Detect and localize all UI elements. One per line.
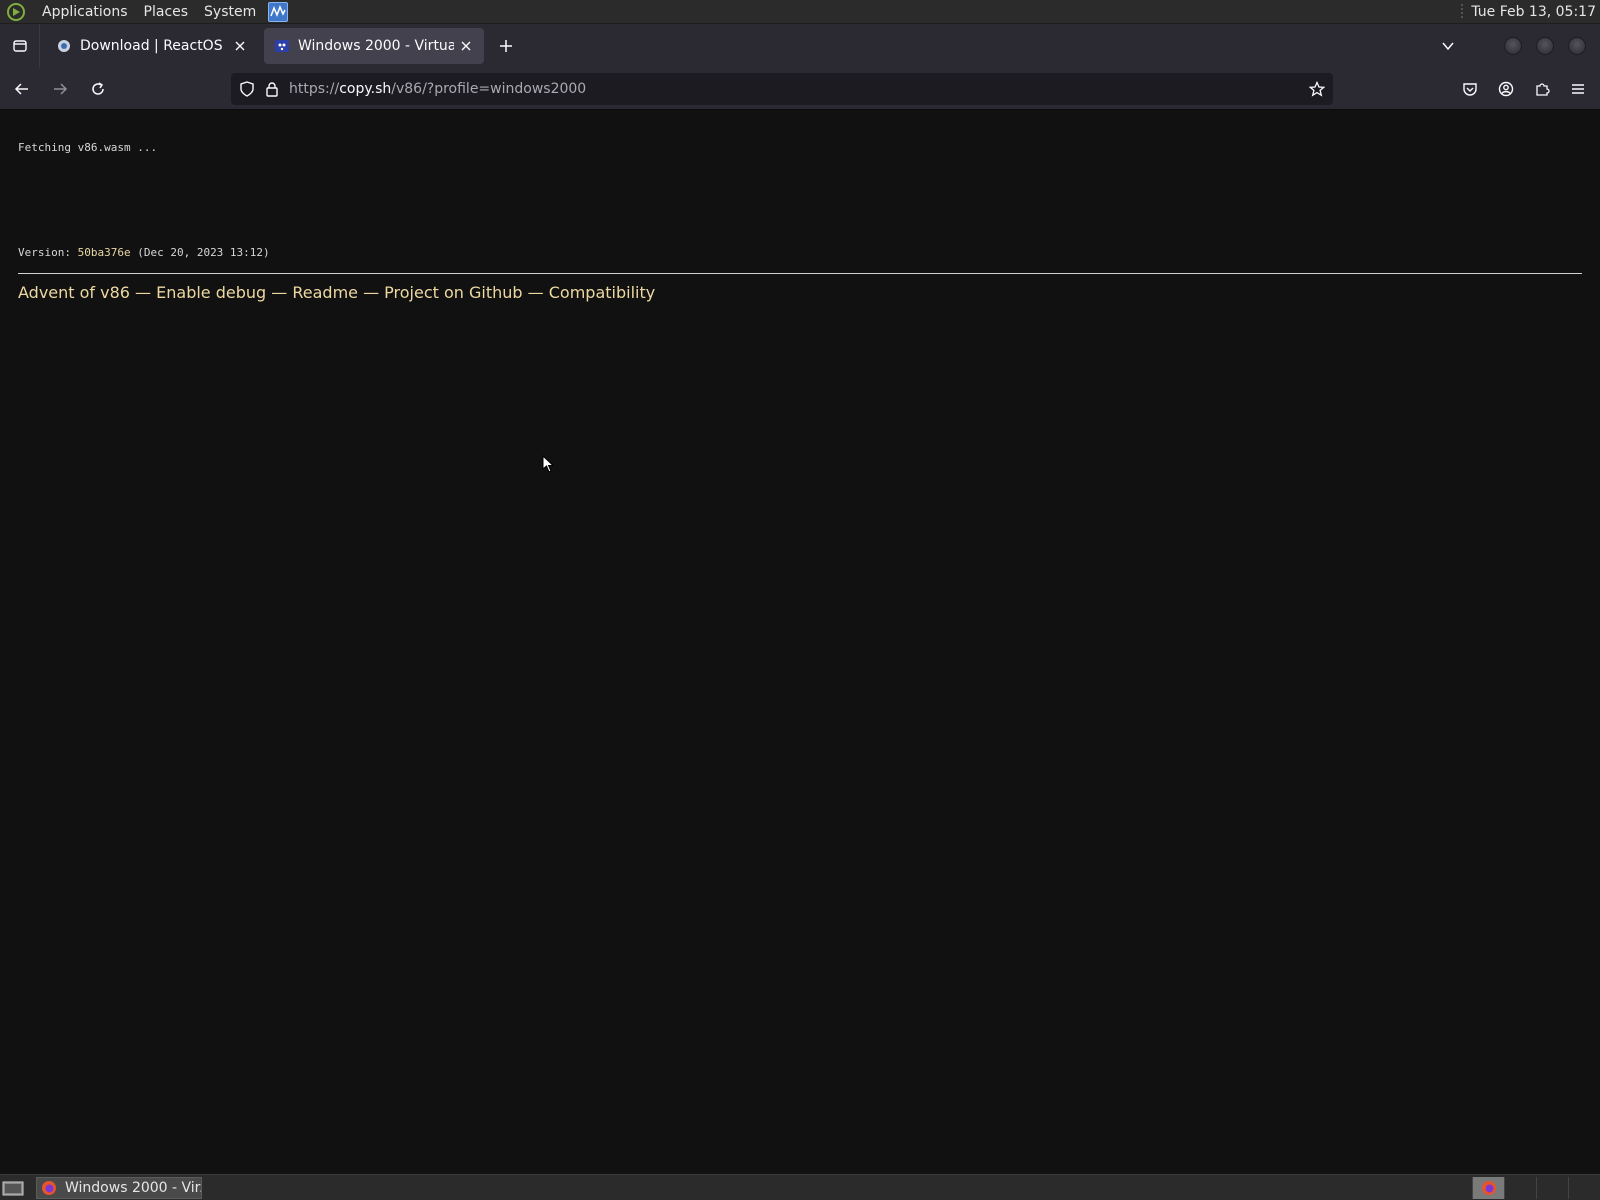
link-separator: — [129, 283, 157, 302]
mouse-pointer-icon [542, 455, 554, 473]
hamburger-menu-icon[interactable] [1562, 73, 1594, 105]
link-separator: — [358, 283, 385, 302]
page-content: Fetching v86.wasm ... Version: 50ba376e … [0, 111, 1600, 1174]
forward-arrow-icon[interactable] [44, 73, 76, 105]
version-hash-link[interactable]: 50ba376e [78, 246, 131, 259]
panel-separator [1461, 3, 1464, 20]
loading-status: Fetching v86.wasm ... [18, 141, 158, 154]
toolbar-right [1450, 73, 1594, 105]
workspace-3[interactable] [1536, 1176, 1568, 1199]
workspace-1[interactable] [1472, 1176, 1504, 1199]
url-path: /v86/?profile=windows2000 [391, 81, 587, 97]
close-window-button[interactable] [1568, 37, 1586, 55]
tab-windows-2000[interactable]: Windows 2000 - Virtual x86 [264, 28, 484, 64]
firefox-icon [1481, 1180, 1496, 1195]
taskbar-window-label: Windows 2000 - Vir... [65, 1179, 201, 1196]
url-text[interactable]: https://copy.sh/v86/?profile=windows2000 [289, 81, 1309, 97]
link-readme[interactable]: Readme [292, 283, 358, 302]
navigation-bar: https://copy.sh/v86/?profile=windows2000 [0, 68, 1600, 110]
version-info: Version: 50ba376e (Dec 20, 2023 13:12) [18, 246, 270, 259]
workspace-2[interactable] [1504, 1176, 1536, 1199]
footer-links: Advent of v86 — Enable debug — Readme — … [18, 283, 655, 302]
version-label: Version: [18, 246, 78, 259]
tab-reactos[interactable]: Download | ReactOS Project [46, 28, 258, 64]
close-tab-icon[interactable] [232, 38, 248, 54]
tab-strip: Download | ReactOS Project Windows 2000 … [0, 24, 1600, 68]
link-separator: — [522, 283, 549, 302]
minimize-button[interactable] [1504, 37, 1522, 55]
horizontal-rule [18, 273, 1582, 274]
taskbar-window-button[interactable]: Windows 2000 - Vir... [36, 1176, 202, 1199]
url-bar[interactable]: https://copy.sh/v86/?profile=windows2000 [231, 73, 1333, 105]
bottom-panel: Windows 2000 - Vir... [0, 1174, 1600, 1200]
show-desktop-icon[interactable] [2, 1179, 24, 1197]
url-host: copy.sh [339, 81, 392, 97]
top-panel: Applications Places System Tue Feb 13, 0… [0, 0, 1600, 24]
maximize-button[interactable] [1536, 37, 1554, 55]
pocket-icon[interactable] [1454, 73, 1486, 105]
distro-logo-icon[interactable] [6, 2, 26, 22]
tab-title: Download | ReactOS Project [80, 38, 228, 54]
bookmark-star-icon[interactable] [1309, 81, 1325, 97]
system-monitor-icon[interactable] [268, 1, 289, 22]
tracking-protection-shield-icon[interactable] [239, 81, 255, 97]
link-compatibility[interactable]: Compatibility [549, 283, 655, 302]
chevron-down-icon[interactable] [1432, 30, 1464, 62]
link-project-on-github[interactable]: Project on Github [384, 283, 522, 302]
version-date: (Dec 20, 2023 13:12) [130, 246, 270, 259]
lock-icon[interactable] [265, 81, 279, 97]
link-separator: — [266, 283, 293, 302]
back-arrow-icon[interactable] [6, 73, 38, 105]
system-menu[interactable]: System [196, 4, 264, 20]
account-icon[interactable] [1490, 73, 1522, 105]
link-advent-of-v86[interactable]: Advent of v86 [18, 283, 130, 302]
url-scheme: https:// [289, 81, 340, 97]
new-tab-plus-icon[interactable] [490, 30, 522, 62]
link-enable-debug[interactable]: Enable debug [156, 283, 266, 302]
reactos-favicon-icon [56, 38, 72, 54]
firefox-icon [41, 1180, 57, 1196]
clock[interactable]: Tue Feb 13, 05:17 [1471, 4, 1596, 20]
applications-menu[interactable]: Applications [34, 4, 136, 20]
v86-favicon-icon [274, 38, 290, 54]
places-menu[interactable]: Places [136, 4, 197, 20]
reload-icon[interactable] [82, 73, 114, 105]
workspace-4[interactable] [1568, 1176, 1600, 1199]
tab-title: Windows 2000 - Virtual x86 [298, 38, 454, 54]
extensions-puzzle-icon[interactable] [1526, 73, 1558, 105]
close-tab-icon[interactable] [458, 38, 474, 54]
firefox-view-icon[interactable] [0, 24, 40, 68]
